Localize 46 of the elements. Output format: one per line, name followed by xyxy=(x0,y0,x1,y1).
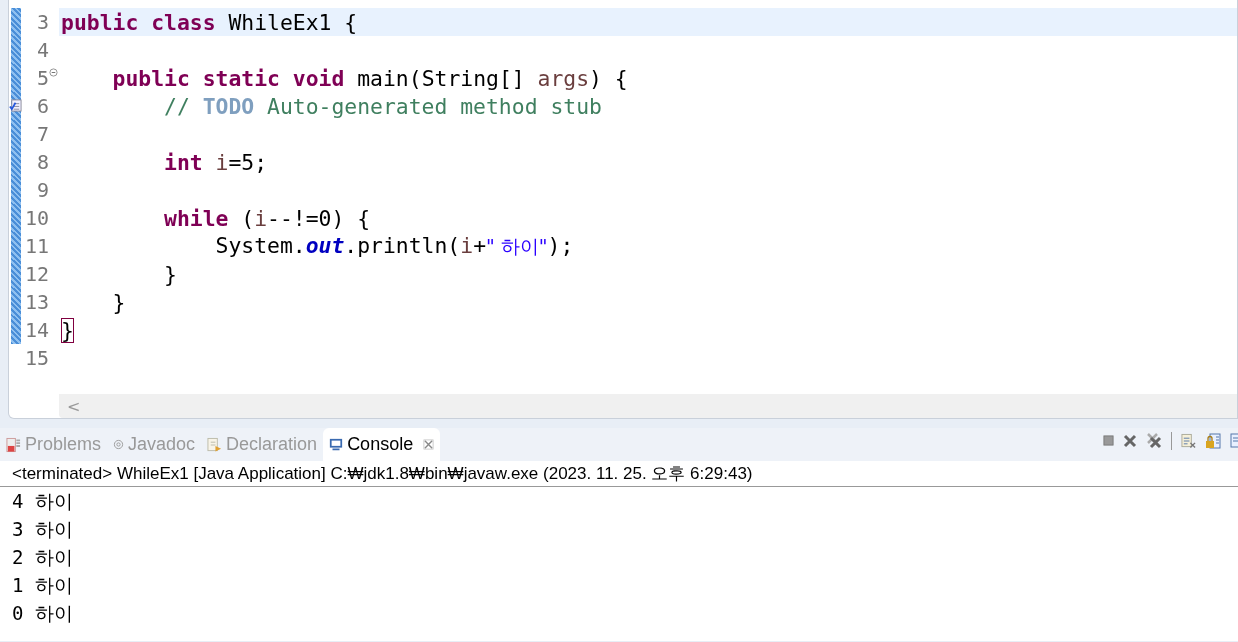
code-text: } xyxy=(163,261,177,287)
remove-all-icon[interactable] xyxy=(1146,432,1162,449)
line-number: 4 xyxy=(35,38,49,62)
view-tab[interactable]: Console xyxy=(323,428,441,461)
code-text: public class WhileEx1 { xyxy=(61,9,358,35)
line-number: 3 xyxy=(35,10,49,34)
document-icon[interactable] xyxy=(1230,432,1238,449)
stop-icon[interactable] xyxy=(1103,435,1114,446)
remove-icon[interactable] xyxy=(1123,433,1137,448)
console-output-line: 0 하이 xyxy=(11,601,74,626)
code-text: } xyxy=(111,289,126,315)
code-text: System.out.println(i+" 하이"); xyxy=(214,232,574,260)
code-text: // TODO Auto-generated method stub xyxy=(163,93,602,119)
console-header: <terminated> WhileEx1 [Java Application] C:₩jdk1.8₩bin₩javaw.exe (2023. 11. 25. 오후 6:29:43) xyxy=(0,461,1238,487)
line-number: 15 xyxy=(23,346,49,370)
declaration-icon xyxy=(207,436,223,453)
line-number: 14 xyxy=(23,318,49,342)
line-number: 9 xyxy=(35,178,49,202)
scroll-left-button[interactable]: < xyxy=(67,396,81,416)
code-text: } xyxy=(61,317,74,343)
view-tab[interactable]: Declaration xyxy=(201,428,324,461)
line-number: 13 xyxy=(23,290,49,314)
console-output-line: 3 하이 xyxy=(11,517,74,542)
view-tab[interactable]: Javadoc xyxy=(107,428,202,461)
line-number: 12 xyxy=(23,262,49,286)
at-sign-icon xyxy=(113,439,125,450)
lock-icon[interactable] xyxy=(1205,432,1221,449)
line-number: 10 xyxy=(23,206,49,230)
console-output-line: 1 하이 xyxy=(11,573,74,598)
code-text: while (i--!=0) { xyxy=(163,205,371,231)
console-icon xyxy=(329,437,344,452)
document-icon[interactable] xyxy=(1181,432,1196,449)
problems-icon xyxy=(6,436,21,453)
view-tab[interactable]: Problems xyxy=(0,428,108,461)
line-number: 6 xyxy=(35,94,49,118)
code-text: public static void main(String[] args) { xyxy=(111,65,628,91)
line-number: 5 xyxy=(35,66,49,90)
console-output-line: 4 하이 xyxy=(11,489,74,514)
line-number: 11 xyxy=(23,234,49,258)
line-number: 7 xyxy=(35,122,49,146)
code-text: int i=5; xyxy=(163,149,268,175)
close-icon[interactable] xyxy=(423,439,435,450)
collapse-icon[interactable] xyxy=(49,68,58,77)
code-editor[interactable]: 3 public class WhileEx1 { 4 5 public static void main(String[] args) { 6 // TODO Auto-generated method stub 7 8 int i=5; 9 10 while (i--!=0) { 11 System.out.println(i+" 하이"); 12 } 13 } 14 } 15 < xyxy=(8,0,1238,419)
line-number: 8 xyxy=(35,150,49,174)
console-output-line: 2 하이 xyxy=(11,545,74,570)
